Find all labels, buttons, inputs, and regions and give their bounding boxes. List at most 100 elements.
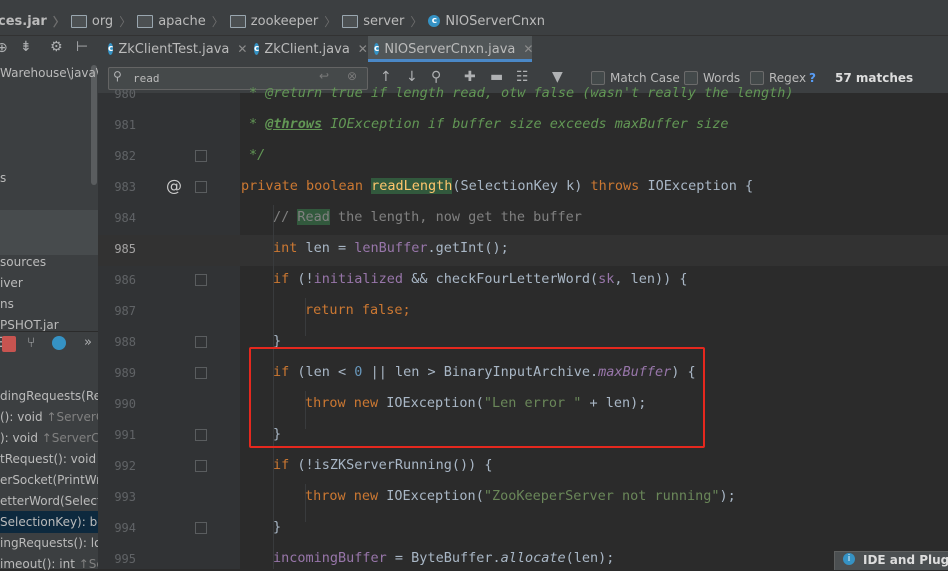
- structure-toolbar: ☰ ⑂ »: [0, 331, 98, 358]
- fold-end-icon[interactable]: [195, 522, 207, 534]
- structure-item[interactable]: tRequest(): void: [0, 452, 96, 466]
- chevron-right-icon: 〉: [52, 14, 65, 29]
- project-scrollbar[interactable]: [91, 65, 97, 185]
- breadcrumb-item-org[interactable]: org 〉: [70, 13, 137, 30]
- newline-icon[interactable]: ↩: [319, 69, 329, 83]
- code-line-981: * @throws IOException if buffer size exc…: [249, 116, 729, 132]
- breadcrumb-item-zookeeper[interactable]: zookeeper 〉: [229, 13, 342, 30]
- class-icon: c: [374, 43, 380, 55]
- gear-icon[interactable]: ⚙: [50, 39, 63, 55]
- notification-popup[interactable]: i IDE and Plugi: [834, 551, 948, 570]
- line-number: 986: [114, 273, 136, 287]
- line-number: 987: [114, 304, 136, 318]
- notification-label: IDE and Plugi: [863, 553, 948, 567]
- line-number: 984: [114, 211, 136, 225]
- words-checkbox[interactable]: [684, 71, 698, 85]
- hierarchy-icon[interactable]: ⑂: [27, 335, 35, 351]
- class-icon: c: [108, 43, 114, 55]
- line-number: 990: [114, 397, 136, 411]
- structure-item[interactable]: dingRequests(Rec: [0, 389, 108, 403]
- code-line-980: * @return true if length read, otw false…: [249, 85, 794, 101]
- editor-tabs: c ZkClientTest.java ✕ c ZkClient.java ✕ …: [98, 36, 948, 63]
- match-case-label: Match Case: [610, 71, 680, 85]
- match-case-checkbox[interactable]: [591, 71, 605, 85]
- match-count: 57 matches: [835, 71, 914, 85]
- code-line-995: incomingBuffer = ByteBuffer.allocate(len…: [273, 550, 615, 566]
- breadcrumb-item-apache[interactable]: apache 〉: [137, 13, 230, 30]
- folder-icon: [342, 14, 359, 28]
- class-icon: c: [428, 15, 441, 27]
- tree-item[interactable]: ns: [0, 297, 14, 311]
- structure-item[interactable]: erSocket(PrintWri: [0, 473, 104, 487]
- tab-nioservercnxn[interactable]: c NIOServerCnxn.java ✕: [368, 36, 533, 62]
- folder-icon: [70, 14, 87, 28]
- more-icon[interactable]: »: [84, 335, 92, 350]
- line-number: 995: [114, 552, 136, 566]
- tab-zkclienttest[interactable]: c ZkClientTest.java ✕: [102, 36, 247, 62]
- structure-item-selected[interactable]: SelectionKey): boo: [0, 515, 112, 529]
- tab-zkclient[interactable]: c ZkClient.java ✕: [248, 36, 368, 62]
- tree-item[interactable]: s: [0, 171, 6, 185]
- regex-checkbox[interactable]: [750, 71, 764, 85]
- line-number: 989: [114, 366, 136, 380]
- fold-start-icon[interactable]: [195, 274, 207, 286]
- regex-help-icon[interactable]: ?: [809, 71, 816, 85]
- hide-icon[interactable]: ⊢: [76, 39, 88, 55]
- chevron-right-icon: 〉: [410, 14, 423, 29]
- lock-icon[interactable]: [2, 336, 16, 352]
- clear-icon[interactable]: ⊗: [347, 69, 357, 83]
- collapse-icon[interactable]: ⇟: [20, 39, 32, 55]
- folder-icon: [229, 14, 246, 28]
- remove-selection-icon[interactable]: ▬: [490, 69, 503, 85]
- select-all-occurrences-icon[interactable]: ☷: [516, 69, 529, 85]
- fold-start-icon[interactable]: [195, 367, 207, 379]
- fold-start-icon[interactable]: [195, 460, 207, 472]
- chevron-right-icon: 〉: [211, 14, 224, 29]
- breadcrumb-item-server[interactable]: server 〉: [342, 13, 428, 30]
- regex-label: Regex: [769, 71, 807, 85]
- tree-item[interactable]: iver: [0, 276, 23, 290]
- circle-icon[interactable]: [52, 336, 66, 350]
- code-line-992: if (!isZKServerRunning()) {: [273, 457, 493, 473]
- folder-icon: [137, 14, 154, 28]
- add-selection-icon[interactable]: ✚: [464, 69, 476, 85]
- code-line-987: return false;: [305, 302, 411, 318]
- tree-item[interactable]: PSHOT.jar: [0, 318, 59, 332]
- structure-item[interactable]: ingRequests(): lo: [0, 536, 101, 550]
- fold-end-icon[interactable]: [195, 336, 207, 348]
- line-number: 994: [114, 521, 136, 535]
- breadcrumb-item-nioservercnxn[interactable]: c NIOServerCnxn: [428, 14, 545, 29]
- code-line-982: */: [249, 147, 266, 163]
- code-line-994: }: [273, 519, 282, 535]
- current-line-highlight: [98, 235, 948, 266]
- target-icon[interactable]: ⊕: [0, 40, 8, 56]
- line-number: 983: [114, 180, 136, 194]
- close-icon[interactable]: ✕: [237, 42, 247, 56]
- filter-icon[interactable]: ▼: [552, 69, 563, 85]
- code-line-983: private boolean readLength(SelectionKey …: [241, 178, 754, 194]
- fold-end-icon[interactable]: [195, 429, 207, 441]
- close-icon[interactable]: ✕: [358, 42, 368, 56]
- search-icon[interactable]: ⚲: [113, 69, 122, 83]
- arrow-up-icon[interactable]: ↑: [380, 69, 392, 85]
- search-input[interactable]: [133, 70, 323, 86]
- line-number-current: 985: [114, 242, 136, 256]
- tree-item[interactable]: Warehouse\java\: [0, 66, 100, 80]
- find-all-icon[interactable]: ⚲: [431, 69, 441, 85]
- breadcrumb-item-jar[interactable]: ces.jar 〉: [0, 13, 71, 30]
- annotation-highlight-box: [249, 347, 705, 448]
- fold-end-icon[interactable]: [195, 150, 207, 162]
- override-marker-icon[interactable]: @: [166, 176, 182, 195]
- close-icon[interactable]: ✕: [523, 42, 533, 56]
- top-toolbar-strip: [0, 0, 948, 7]
- line-number: 991: [114, 428, 136, 442]
- line-number: 992: [114, 459, 136, 473]
- line-number: 993: [114, 490, 136, 504]
- code-line-984: // Read the length, now get the buffer: [273, 209, 582, 225]
- structure-item[interactable]: (): void ↑ServerCn: [0, 410, 112, 424]
- chevron-right-icon: 〉: [119, 14, 132, 29]
- tree-item[interactable]: sources: [0, 255, 46, 269]
- structure-item[interactable]: etterWord(Selectic: [0, 494, 112, 508]
- arrow-down-icon[interactable]: ↓: [406, 69, 418, 85]
- fold-start-icon[interactable]: [195, 181, 207, 193]
